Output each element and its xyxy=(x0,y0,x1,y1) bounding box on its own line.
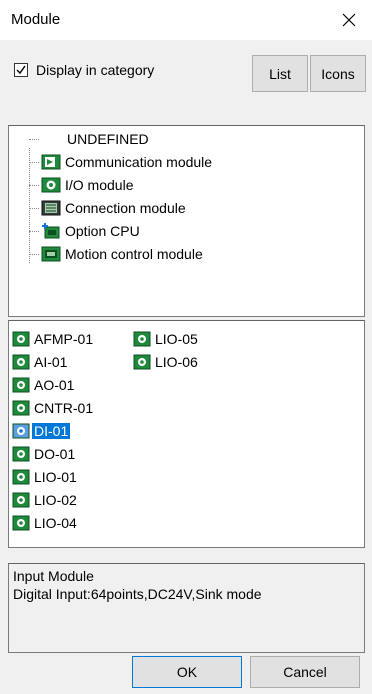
tree-item-option-cpu[interactable]: Option CPU xyxy=(29,221,140,241)
description-detail: Digital Input:64points,DC24V,Sink mode xyxy=(13,586,262,602)
tree-connector xyxy=(29,184,39,186)
list-item-ai-01[interactable]: AI-01 xyxy=(12,351,69,372)
io-module-icon xyxy=(12,354,30,369)
option-cpu-icon xyxy=(42,223,60,239)
description-title: Input Module xyxy=(13,568,94,584)
list-item-label: LIO-01 xyxy=(34,468,77,485)
tree-item-label: I/O module xyxy=(65,177,134,193)
checkmark-icon xyxy=(16,65,26,75)
io-module-icon xyxy=(12,331,30,346)
ok-button[interactable]: OK xyxy=(132,656,242,688)
list-item-lio-01[interactable]: LIO-01 xyxy=(12,466,79,487)
close-icon xyxy=(342,13,356,27)
tree-connector xyxy=(29,161,39,163)
io-module-icon xyxy=(41,177,61,193)
io-module-icon xyxy=(12,469,30,484)
tree-item-connection-module[interactable]: Connection module xyxy=(29,198,186,218)
list-item-cntr-01[interactable]: CNTR-01 xyxy=(12,397,95,418)
list-item-di-01[interactable]: DI-01 xyxy=(12,420,71,441)
io-module-icon xyxy=(12,515,30,530)
list-item-label: LIO-02 xyxy=(34,491,77,508)
tree-item-label: Motion control module xyxy=(65,246,203,262)
title-bar: Module xyxy=(0,0,372,40)
module-list[interactable]: AFMP-01 AI-01 AO-01 CNTR-01 DI-01 DO-01 … xyxy=(8,320,365,548)
list-item-label: LIO-05 xyxy=(155,330,198,347)
connection-module-icon xyxy=(41,200,61,216)
list-item-label: AFMP-01 xyxy=(34,330,94,347)
tree-connector xyxy=(29,253,39,255)
io-module-icon xyxy=(12,400,30,415)
tree-item-label: Option CPU xyxy=(65,223,140,239)
list-item-label: AO-01 xyxy=(34,376,75,393)
io-module-icon xyxy=(12,492,30,507)
tree-item-undefined[interactable]: UNDEFINED xyxy=(29,129,149,149)
list-item-lio-05[interactable]: LIO-05 xyxy=(133,328,200,349)
list-item-label: DI-01 xyxy=(32,422,71,439)
tree-item-motion-control-module[interactable]: Motion control module xyxy=(29,244,203,264)
category-tree[interactable]: UNDEFINED Communication module I/O modul… xyxy=(8,125,365,317)
icons-view-label: Icons xyxy=(321,65,355,82)
tree-item-label: Communication module xyxy=(65,154,213,170)
list-item-lio-06[interactable]: LIO-06 xyxy=(133,351,200,372)
cancel-label: Cancel xyxy=(283,664,327,680)
list-item-ao-01[interactable]: AO-01 xyxy=(12,374,76,395)
tree-item-label: UNDEFINED xyxy=(67,131,149,147)
icons-view-button[interactable]: Icons xyxy=(310,55,366,92)
list-item-label: DO-01 xyxy=(34,445,76,462)
list-item-label: LIO-04 xyxy=(34,514,77,531)
tree-connector xyxy=(29,207,39,209)
list-item-label: CNTR-01 xyxy=(34,399,94,416)
ok-label: OK xyxy=(176,664,198,680)
close-button[interactable] xyxy=(326,0,372,40)
list-item-afmp-01[interactable]: AFMP-01 xyxy=(12,328,95,349)
io-module-icon xyxy=(12,446,30,461)
tree-item-communication-module[interactable]: Communication module xyxy=(29,152,212,172)
tree-connector xyxy=(29,230,39,232)
cancel-button[interactable]: Cancel xyxy=(250,656,360,688)
tree-item-io-module[interactable]: I/O module xyxy=(29,175,133,195)
list-item-lio-04[interactable]: LIO-04 xyxy=(12,512,79,533)
display-in-category-checkbox[interactable] xyxy=(14,63,28,77)
list-view-label: List xyxy=(269,65,291,82)
io-module-icon xyxy=(133,354,151,369)
io-module-icon xyxy=(133,331,151,346)
io-module-icon xyxy=(12,423,30,438)
list-item-label: LIO-06 xyxy=(155,353,198,370)
list-item-lio-02[interactable]: LIO-02 xyxy=(12,489,79,510)
tree-item-label: Connection module xyxy=(65,200,186,216)
module-description: Input Module Digital Input:64points,DC24… xyxy=(8,563,365,653)
communication-module-icon xyxy=(41,154,61,170)
tree-connector xyxy=(29,138,39,140)
display-in-category-label: Display in category xyxy=(36,62,155,78)
display-in-category-option[interactable]: Display in category xyxy=(14,62,154,78)
window-title: Module xyxy=(11,11,61,28)
list-item-label: AI-01 xyxy=(34,353,68,370)
io-module-icon xyxy=(12,377,30,392)
list-view-button[interactable]: List xyxy=(252,55,308,92)
list-item-do-01[interactable]: DO-01 xyxy=(12,443,77,464)
motion-control-module-icon xyxy=(41,246,61,262)
